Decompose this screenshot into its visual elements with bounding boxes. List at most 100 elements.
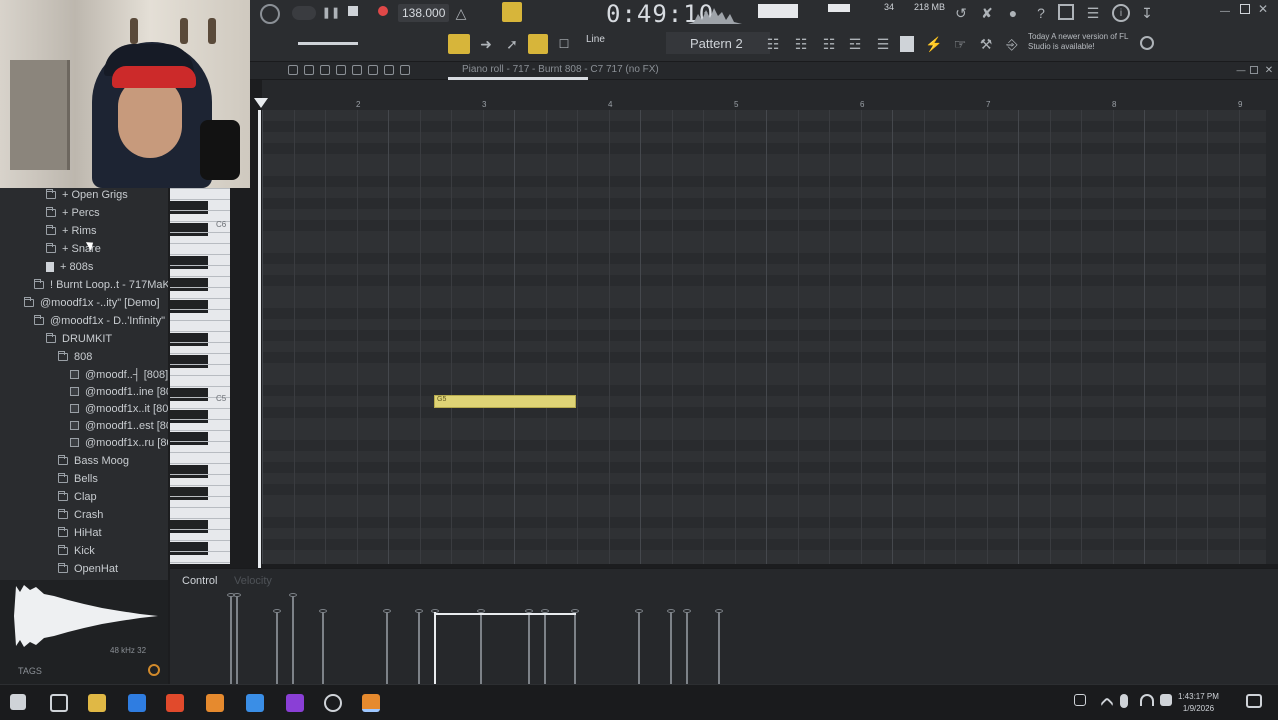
velocity-handle[interactable] bbox=[273, 609, 281, 613]
cut-icon[interactable]: ✘ bbox=[978, 4, 996, 22]
touch-icon[interactable]: ☞ bbox=[952, 36, 968, 52]
playlist-icon[interactable]: ☷ bbox=[764, 36, 782, 52]
bpm-display[interactable]: 138.000 bbox=[398, 4, 450, 22]
browser-item[interactable]: 808 bbox=[58, 348, 92, 365]
network-icon[interactable]: ⎆ bbox=[1004, 36, 1020, 52]
browser-item[interactable]: DRUMKIT bbox=[46, 330, 112, 347]
tags-label[interactable]: TAGS bbox=[18, 666, 42, 676]
pattern-song-toggle[interactable] bbox=[292, 6, 316, 20]
black-key[interactable] bbox=[170, 388, 208, 401]
browser-item[interactable]: @moodf1x - D..'Infinity" bbox=[34, 312, 165, 329]
typing-keyboard-button[interactable] bbox=[502, 2, 522, 22]
velocity-stem[interactable] bbox=[418, 612, 420, 684]
browser-item[interactable]: + Open Grigs bbox=[46, 188, 128, 203]
wrench-icon[interactable]: ⚒ bbox=[978, 36, 994, 52]
browser-item[interactable]: Clap bbox=[58, 488, 97, 505]
black-key[interactable] bbox=[170, 465, 208, 478]
velocity-handle[interactable] bbox=[415, 609, 423, 613]
event-editor[interactable]: Control Velocity bbox=[170, 568, 1278, 684]
pr-minimize-icon[interactable]: — bbox=[1236, 64, 1246, 76]
minimize-icon[interactable]: — bbox=[1218, 4, 1232, 18]
velocity-label[interactable]: Velocity bbox=[234, 575, 272, 587]
pr-close-icon[interactable]: ✕ bbox=[1264, 64, 1274, 76]
draw-tool-button[interactable] bbox=[528, 34, 548, 54]
black-key[interactable] bbox=[170, 487, 208, 500]
browser-item[interactable]: Bells bbox=[58, 470, 98, 487]
snap-magnet-button[interactable] bbox=[448, 34, 470, 54]
snap-mode[interactable]: Line bbox=[586, 34, 605, 45]
globe-icon[interactable] bbox=[1140, 36, 1154, 50]
help-icon[interactable]: ? bbox=[1032, 4, 1050, 22]
midi-note[interactable]: G5 bbox=[434, 395, 576, 408]
export-icon[interactable]: ☰ bbox=[1084, 4, 1102, 22]
chevron-up-icon[interactable] bbox=[1099, 696, 1115, 712]
browser-item[interactable]: OpenHat bbox=[58, 560, 118, 577]
browser-item[interactable]: + Rims bbox=[46, 222, 97, 239]
velocity-stem[interactable] bbox=[386, 612, 388, 684]
system-clock[interactable]: 1:43:17 PM 1/9/2026 bbox=[1178, 691, 1219, 715]
notification-icon[interactable] bbox=[1246, 694, 1262, 708]
browser-item[interactable]: @moodf..┤ [808] bbox=[70, 366, 168, 383]
channel-rack-icon[interactable]: ☷ bbox=[820, 36, 838, 52]
download-icon[interactable]: ↧ bbox=[1138, 4, 1156, 22]
velocity-handle[interactable] bbox=[383, 609, 391, 613]
metronome-icon[interactable]: △ bbox=[452, 4, 470, 22]
zoom-tool-icon[interactable] bbox=[384, 65, 394, 75]
file-icon[interactable] bbox=[900, 36, 914, 52]
velocity-handle[interactable] bbox=[715, 609, 723, 613]
black-key[interactable] bbox=[170, 278, 208, 291]
black-key[interactable] bbox=[170, 520, 208, 533]
save-icon[interactable] bbox=[1058, 4, 1074, 20]
start-icon[interactable] bbox=[10, 694, 26, 710]
pr-maximize-icon[interactable] bbox=[1250, 66, 1258, 74]
wifi-tray-icon[interactable] bbox=[1140, 694, 1154, 706]
browser-item[interactable]: + Percs bbox=[46, 204, 100, 221]
maximize-icon[interactable] bbox=[1240, 4, 1250, 14]
velocity-stem[interactable] bbox=[236, 596, 238, 684]
stop-button[interactable] bbox=[348, 6, 358, 16]
network-tray-icon[interactable] bbox=[1074, 694, 1086, 706]
browser-item[interactable]: HiHat bbox=[58, 524, 102, 541]
plugin-icon[interactable]: ⚡ bbox=[925, 36, 942, 52]
line-icon[interactable]: ➚ bbox=[504, 36, 520, 52]
app-blue-icon[interactable] bbox=[128, 694, 146, 712]
browser-item[interactable]: @moodf1..ine [808] bbox=[70, 383, 168, 400]
browser-item[interactable]: @moodf1x..ru [808] bbox=[70, 434, 168, 451]
browser-item[interactable]: Bass Moog bbox=[58, 452, 129, 469]
pencil-tool-icon[interactable] bbox=[288, 65, 298, 75]
browser-item[interactable]: ! Burnt Loop..t - 717MaKid bbox=[34, 276, 168, 293]
mixer-icon[interactable]: ☲ bbox=[846, 36, 864, 52]
volume-tray-icon[interactable] bbox=[1160, 694, 1172, 706]
brave-icon[interactable] bbox=[166, 694, 184, 712]
undo-icon[interactable]: ↺ bbox=[952, 4, 970, 22]
velocity-stem[interactable] bbox=[480, 612, 482, 684]
mic-icon[interactable]: ● bbox=[1004, 4, 1022, 22]
playhead-marker[interactable] bbox=[254, 98, 268, 108]
fl-studio-active-icon[interactable] bbox=[362, 694, 380, 712]
mute-tool-icon[interactable] bbox=[336, 65, 346, 75]
browser-item[interactable]: @moodf1x -..ity" [Demo] bbox=[24, 294, 160, 311]
update-notice[interactable]: Today A newer version of FL Studio is av… bbox=[1028, 32, 1148, 52]
velocity-stem[interactable] bbox=[230, 596, 232, 684]
mic-tray-icon[interactable] bbox=[1120, 694, 1128, 708]
velocity-stem[interactable] bbox=[322, 612, 324, 684]
select-tool-icon[interactable] bbox=[368, 65, 378, 75]
velocity-handle[interactable] bbox=[667, 609, 675, 613]
black-key[interactable] bbox=[170, 355, 208, 368]
menu-icon[interactable] bbox=[260, 4, 280, 24]
purple-app-icon[interactable] bbox=[286, 694, 304, 712]
black-key[interactable] bbox=[170, 432, 208, 445]
playback-tool-icon[interactable] bbox=[400, 65, 410, 75]
search-taskbar-icon[interactable] bbox=[50, 694, 68, 712]
file-explorer-icon[interactable] bbox=[88, 694, 106, 712]
velocity-handle[interactable] bbox=[319, 609, 327, 613]
selected-velocity-stem[interactable] bbox=[434, 612, 436, 684]
velocity-stem[interactable] bbox=[544, 612, 546, 684]
settings-icon[interactable] bbox=[324, 694, 342, 712]
bar-timeline[interactable]: 2 3 4 5 6 7 8 9 bbox=[262, 80, 1278, 110]
velocity-stem[interactable] bbox=[718, 612, 720, 684]
brush-tool-icon[interactable] bbox=[304, 65, 314, 75]
info-icon[interactable]: i bbox=[1112, 4, 1130, 22]
velocity-stem[interactable] bbox=[528, 612, 530, 684]
search-icon[interactable] bbox=[148, 664, 160, 676]
